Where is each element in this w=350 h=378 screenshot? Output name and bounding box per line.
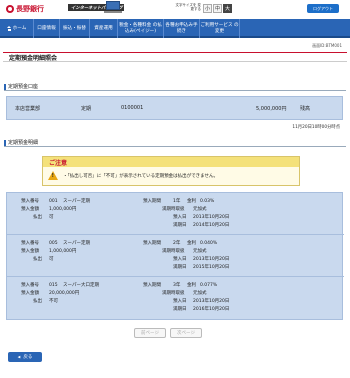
deposit-withdraw: 可 <box>49 257 54 262</box>
deposit-maturity-type-label: 満期時取扱 <box>162 249 185 254</box>
account-balance-suffix: 残高 <box>300 106 311 112</box>
back-button[interactable]: 戻る <box>8 352 42 362</box>
account-balance: 5,000,000円 <box>256 106 287 112</box>
deposit-product: スーパー定期 <box>63 199 90 204</box>
nav-transfer[interactable]: 振込・振替 <box>60 19 90 38</box>
account-summary: 本店営業部 定期 0100001 5,000,000円 残高 <box>6 96 343 120</box>
deposit-amount: 1,000,000円 <box>49 207 77 212</box>
update-time: 11月20日10時00分時点 <box>292 125 340 130</box>
notice-box: ご注意 ! ・「払出し可否」に「不可」が表示されている定期預金は払出ができません… <box>42 156 300 186</box>
deposit-period-label: 預入期間 <box>143 199 161 204</box>
deposit-item: 預入番号 015 スーパー大口定期 預入金額 20,000,000円 払出 不可… <box>7 277 344 319</box>
nav-service-change[interactable]: ご利用サービス の変更 <box>200 19 240 38</box>
page-title: 定期預金明細照会 <box>3 52 347 62</box>
deposit-withdraw: 不可 <box>49 299 58 304</box>
deposit-rate-label: 金利 <box>187 241 196 246</box>
prev-page-button[interactable]: 前ページ <box>134 328 166 338</box>
deposit-rate: 0.040% <box>200 241 218 246</box>
deposit-no-label: 預入番号 <box>21 199 39 204</box>
bank-name: 長野銀行 <box>16 5 44 13</box>
deposit-end-label: 満期日 <box>173 265 187 270</box>
deposit-maturity-type-label: 満期時取扱 <box>162 207 185 212</box>
deposit-maturity-type: 元加式 <box>193 207 207 212</box>
deposit-start: 2013年10月20日 <box>193 299 230 304</box>
account-type: 定期 <box>81 106 92 112</box>
deposit-no: 001 <box>49 199 58 204</box>
nav-account-info[interactable]: 口座情報 <box>34 19 60 38</box>
screen-id: 画面ID:BTM001 <box>312 43 342 48</box>
deposit-end-label: 満期日 <box>173 223 187 228</box>
deposit-maturity-type: 元加式 <box>193 249 207 254</box>
deposit-period: 1年 <box>173 199 181 204</box>
deposit-amount-label: 預入金額 <box>21 249 39 254</box>
logout-button[interactable]: ログアウト <box>307 4 339 13</box>
deposit-rate-label: 金利 <box>187 283 196 288</box>
deposit-end: 2015年10月20日 <box>193 265 230 270</box>
next-page-button[interactable]: 次ページ <box>170 328 202 338</box>
deposit-period-label: 預入期間 <box>143 283 161 288</box>
deposit-end: 2016年10月20日 <box>193 307 230 312</box>
nav-asset-management[interactable]: 資産運用 <box>90 19 118 38</box>
deposit-rate-label: 金利 <box>187 199 196 204</box>
deposit-withdraw-label: 払出 <box>33 299 42 304</box>
fontsize-large-button[interactable]: 大 <box>223 4 232 13</box>
deposit-maturity-type-label: 満期時取扱 <box>162 291 185 296</box>
nav-applications[interactable]: 各種お申込み手 続き <box>164 19 200 38</box>
deposit-end: 2014年10月20日 <box>193 223 230 228</box>
section-details-heading: 定期預金明細 <box>4 139 346 147</box>
deposit-maturity-type: 元加式 <box>193 291 207 296</box>
deposit-item: 預入番号 001 スーパー定期 預入金額 1,000,000円 払出 可 預入期… <box>7 193 344 235</box>
deposit-no-label: 預入番号 <box>21 283 39 288</box>
header: 長野銀行 インターネットバンキング 文字サイズを 変更する 小 中 大 ログアウ… <box>0 0 350 18</box>
deposit-item: 預入番号 005 スーパー定期 預入金額 1,000,000円 払出 可 預入期… <box>7 235 344 277</box>
deposit-withdraw-label: 払出 <box>33 215 42 220</box>
nav-home[interactable]: ホーム <box>0 19 34 38</box>
nav-tax-payment[interactable]: 税金・各種料金 の払込み(ペイジー) <box>118 19 164 38</box>
deposit-withdraw: 可 <box>49 215 54 220</box>
fontsize-label: 文字サイズを 変更する <box>175 3 201 11</box>
deposit-rate: 0.077% <box>200 283 218 288</box>
computer-icon <box>104 1 122 14</box>
deposit-product: スーパー大口定期 <box>63 283 99 288</box>
deposit-start: 2013年10月20日 <box>193 257 230 262</box>
deposit-no: 005 <box>49 241 58 246</box>
deposit-no: 015 <box>49 283 58 288</box>
deposit-product: スーパー定期 <box>63 241 90 246</box>
deposit-amount-label: 預入金額 <box>21 291 39 296</box>
nav-home-label: ホーム <box>12 25 27 31</box>
notice-text: ・「払出し可否」に「不可」が表示されている定期預金は払出ができません。 <box>63 174 218 179</box>
deposit-no-label: 預入番号 <box>21 241 39 246</box>
bank-logo-icon <box>6 5 14 13</box>
deposit-amount: 20,000,000円 <box>49 291 80 296</box>
deposit-period-label: 預入期間 <box>143 241 161 246</box>
deposit-start-label: 預入日 <box>173 215 187 220</box>
deposit-withdraw-label: 払出 <box>33 257 42 262</box>
deposit-rate: 0.03% <box>200 199 215 204</box>
home-icon <box>6 26 12 31</box>
deposit-start: 2013年10月20日 <box>193 215 230 220</box>
account-branch: 本店営業部 <box>15 106 41 112</box>
bank-logo[interactable]: 長野銀行 <box>6 4 44 14</box>
deposit-end-label: 満期日 <box>173 307 187 312</box>
main-nav: ホーム 口座情報 振込・振替 資産運用 税金・各種料金 の払込み(ペイジー) 各… <box>0 19 350 38</box>
deposit-start-label: 預入日 <box>173 257 187 262</box>
deposit-amount: 1,000,000円 <box>49 249 77 254</box>
section-account-heading: 定期預金口座 <box>4 83 346 91</box>
deposit-period: 2年 <box>173 241 181 246</box>
deposit-start-label: 預入日 <box>173 299 187 304</box>
deposit-amount-label: 預入金額 <box>21 207 39 212</box>
deposit-list: 預入番号 001 スーパー定期 預入金額 1,000,000円 払出 可 預入期… <box>6 192 344 320</box>
account-number: 0100001 <box>121 105 144 111</box>
fontsize-medium-button[interactable]: 中 <box>213 4 222 13</box>
notice-title: ご注意 <box>43 157 299 167</box>
deposit-period: 3年 <box>173 283 181 288</box>
fontsize-small-button[interactable]: 小 <box>203 4 212 13</box>
